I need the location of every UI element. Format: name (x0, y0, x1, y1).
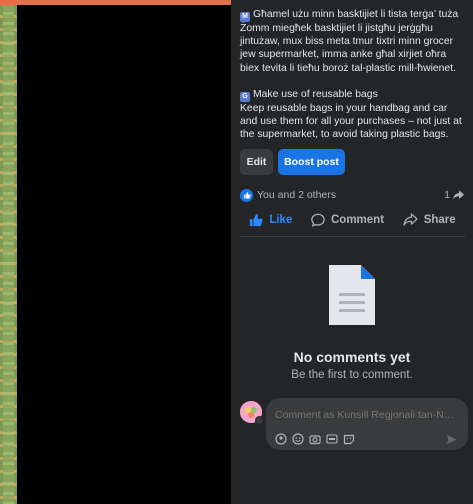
avatar-icon[interactable] (240, 401, 264, 425)
comment-tools (275, 433, 459, 445)
avatar-chevron-badge[interactable] (255, 416, 264, 425)
share-count[interactable]: 1 (444, 189, 464, 201)
post-text-maltese: M Għamel użu minn basktijiet li tista ter… (240, 8, 465, 75)
post-actions: Edit Boost post (240, 149, 465, 176)
like-reaction-icon (240, 188, 253, 202)
letter-g-icon: G (240, 91, 250, 102)
emoji-icon[interactable] (292, 433, 304, 445)
share-arrow-icon (403, 213, 418, 227)
share-button[interactable]: Share (403, 213, 456, 227)
share-label: Share (423, 213, 456, 226)
post-text-english-body: Keep reusable bags in your handbag and c… (240, 102, 462, 141)
no-comments-title: No comments yet (293, 349, 411, 365)
no-comments-state: No comments yet Be the first to comment. (231, 263, 473, 381)
thumbs-up-icon (250, 213, 263, 227)
like-button[interactable]: Like (249, 213, 292, 227)
action-bar-divider (240, 236, 465, 238)
document-icon (329, 265, 375, 325)
post-text-english-heading: Make use of reusable bags (253, 88, 378, 100)
media-panel (17, 5, 231, 504)
comment-box[interactable] (266, 398, 468, 450)
post-text-english: G Make use of reusable bags Keep reusable… (240, 88, 465, 142)
gif-icon[interactable] (326, 433, 338, 445)
post-text-maltese-heading: Għamel użu minn basktijiet li tista terġ… (253, 9, 459, 20)
avatar-sticker-icon[interactable] (275, 433, 287, 445)
like-label: Like (269, 213, 293, 226)
camera-icon[interactable] (309, 433, 321, 445)
letter-m-icon: M (240, 12, 250, 22)
decorative-pattern (3, 5, 14, 504)
reactions-summary[interactable]: You and 2 others (240, 188, 337, 202)
action-bar: Like Comment Share (240, 205, 465, 234)
send-icon[interactable] (445, 433, 457, 445)
comment-input[interactable] (275, 409, 459, 421)
comment-label: Comment (331, 213, 385, 226)
share-count-number: 1 (444, 189, 450, 202)
share-count-icon (453, 190, 464, 201)
boost-post-button[interactable]: Boost post (278, 149, 345, 176)
reactions-summary-text: You and 2 others (257, 189, 337, 202)
sticker-icon[interactable] (343, 433, 355, 445)
edit-button[interactable]: Edit (240, 149, 273, 176)
post-panel: M Għamel użu minn basktijiet li tista ter… (231, 0, 473, 504)
reactions-row: You and 2 others 1 (240, 188, 465, 202)
post-text-maltese-body: Żomm miegħek basktijiet li jistgħu jerġg… (240, 23, 456, 74)
decorative-border (0, 5, 17, 504)
no-comments-subtitle: Be the first to comment. (291, 369, 413, 381)
comment-bubble-icon (311, 213, 325, 227)
comment-composer (240, 398, 468, 450)
comment-button[interactable]: Comment (311, 213, 384, 227)
